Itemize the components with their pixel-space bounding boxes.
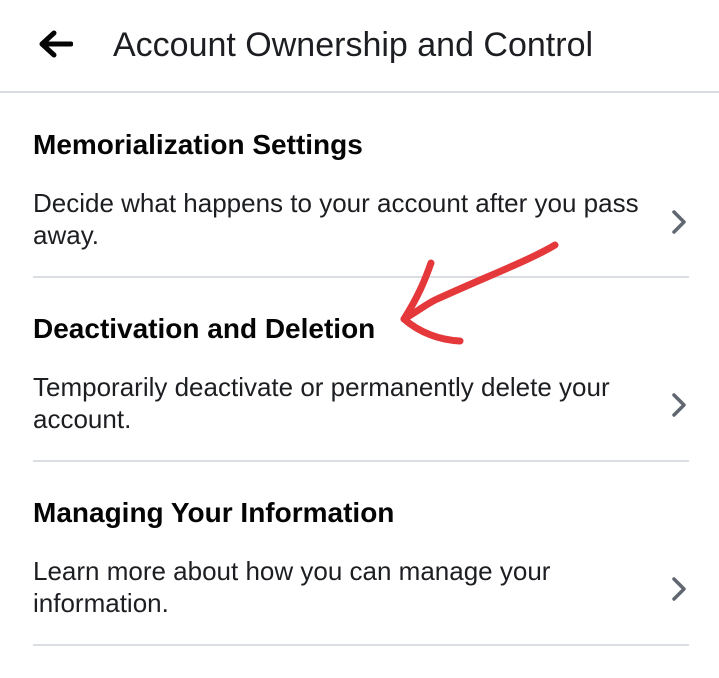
- divider: [33, 276, 689, 278]
- section-description: Decide what happens to your account afte…: [33, 188, 639, 250]
- managing-your-information-item[interactable]: Managing Your Information Learn more abo…: [33, 494, 689, 634]
- deactivation-and-deletion-item[interactable]: Deactivation and Deletion Temporarily de…: [33, 310, 689, 450]
- back-button[interactable]: [30, 22, 80, 66]
- memorialization-settings-item[interactable]: Memorialization Settings Decide what hap…: [33, 126, 689, 266]
- divider: [33, 644, 689, 646]
- top-bar: Account Ownership and Control: [0, 0, 719, 93]
- divider: [33, 460, 689, 462]
- section-description: Temporarily deactivate or permanently de…: [33, 372, 610, 434]
- chevron-right-icon: [672, 577, 686, 601]
- section-description: Learn more about how you can manage your…: [33, 556, 551, 618]
- arrow-left-icon: [39, 30, 73, 58]
- chevron-right-icon: [672, 393, 686, 417]
- section-title: Memorialization Settings: [33, 129, 363, 160]
- page-title: Account Ownership and Control: [113, 26, 594, 64]
- section-title: Managing Your Information: [33, 497, 395, 528]
- chevron-right-icon: [672, 210, 686, 234]
- section-title: Deactivation and Deletion: [33, 313, 376, 344]
